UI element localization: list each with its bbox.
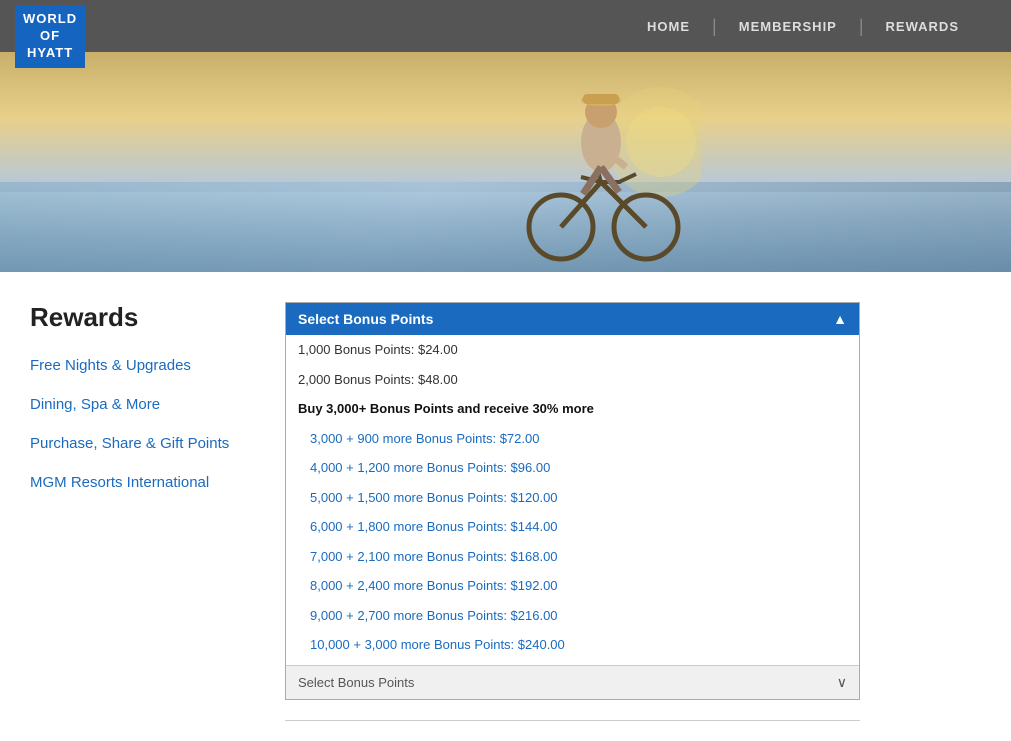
hero-image: [0, 52, 1011, 272]
select-header-label: Select Bonus Points: [298, 311, 433, 327]
select-option-6[interactable]: 6,000 + 1,800 more Bonus Points: $144.00: [286, 512, 859, 542]
nav-membership[interactable]: MEMBERSHIP: [717, 19, 859, 34]
sidebar-link-mgm[interactable]: MGM Resorts International: [30, 472, 255, 493]
top-navigation: WORLD OF HYATT HOME | MEMBERSHIP | REWAR…: [0, 0, 1011, 52]
select-option-2[interactable]: Buy 3,000+ Bonus Points and receive 30% …: [286, 394, 859, 424]
divider: [285, 720, 860, 721]
sidebar-title: Rewards: [30, 302, 255, 333]
select-option-1[interactable]: 2,000 Bonus Points: $48.00: [286, 365, 859, 395]
select-options-list[interactable]: 1,000 Bonus Points: $24.002,000 Bonus Po…: [286, 335, 859, 665]
select-header[interactable]: Select Bonus Points ▲: [286, 303, 859, 335]
sidebar-link-dining[interactable]: Dining, Spa & More: [30, 394, 255, 415]
select-option-0[interactable]: 1,000 Bonus Points: $24.00: [286, 335, 859, 365]
select-option-7[interactable]: 7,000 + 2,100 more Bonus Points: $168.00: [286, 542, 859, 572]
select-option-5[interactable]: 5,000 + 1,500 more Bonus Points: $120.00: [286, 483, 859, 513]
sidebar: Rewards Free Nights & Upgrades Dining, S…: [0, 272, 275, 741]
sidebar-link-purchase[interactable]: Purchase, Share & Gift Points: [30, 433, 255, 454]
select-option-8[interactable]: 8,000 + 2,400 more Bonus Points: $192.00: [286, 571, 859, 601]
select-option-9[interactable]: 9,000 + 2,700 more Bonus Points: $216.00: [286, 601, 859, 631]
scroll-up-indicator: ▲: [833, 311, 847, 327]
main-content: Rewards Free Nights & Upgrades Dining, S…: [0, 272, 1011, 741]
bonus-points-select[interactable]: Select Bonus Points ▲ 1,000 Bonus Points…: [285, 302, 860, 700]
select-option-4[interactable]: 4,000 + 1,200 more Bonus Points: $96.00: [286, 453, 859, 483]
select-footer-label: Select Bonus Points: [298, 675, 414, 690]
select-footer[interactable]: Select Bonus Points ∨: [286, 665, 859, 699]
nav-links: HOME | MEMBERSHIP | REWARDS: [625, 17, 981, 35]
dropdown-area: Select Bonus Points ▲ 1,000 Bonus Points…: [275, 272, 1011, 741]
hero-figure: [501, 82, 701, 272]
site-logo[interactable]: WORLD OF HYATT: [15, 5, 85, 68]
chevron-down-icon: ∨: [837, 674, 847, 691]
select-option-10[interactable]: 10,000 + 3,000 more Bonus Points: $240.0…: [286, 630, 859, 660]
nav-home[interactable]: HOME: [625, 19, 712, 34]
select-option-3[interactable]: 3,000 + 900 more Bonus Points: $72.00: [286, 424, 859, 454]
sidebar-link-free-nights[interactable]: Free Nights & Upgrades: [30, 355, 255, 376]
nav-rewards[interactable]: REWARDS: [864, 19, 981, 34]
